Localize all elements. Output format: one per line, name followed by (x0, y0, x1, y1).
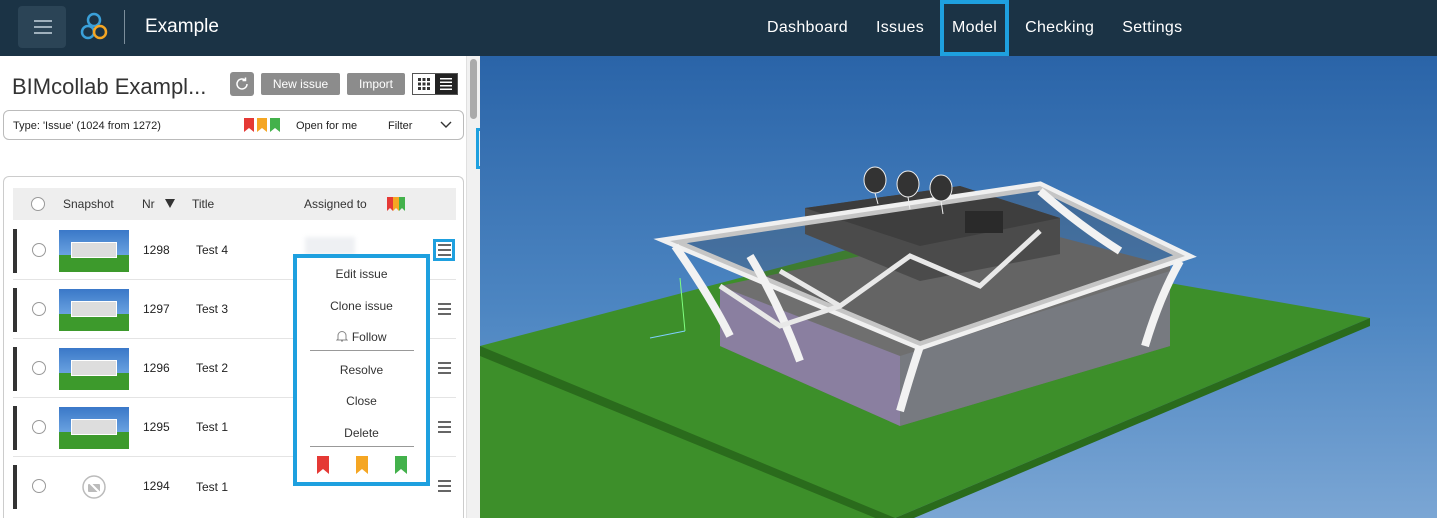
flag-icon[interactable] (270, 118, 280, 132)
row-menu-button[interactable] (433, 298, 455, 320)
flag-icon[interactable] (244, 118, 254, 132)
assigned-to (305, 237, 355, 255)
filter-type-text: Type: 'Issue' (1024 from 1272) (13, 120, 161, 132)
issue-number: 1296 (143, 361, 170, 375)
follow-menu-item[interactable]: Follow (297, 330, 426, 344)
follow-label: Follow (351, 330, 387, 344)
row-status-bar (13, 288, 17, 332)
row-menu-button[interactable] (433, 416, 455, 438)
project-title: Example (145, 16, 219, 37)
delete-menu-item[interactable]: Delete (297, 426, 426, 440)
header-divider (124, 10, 125, 44)
issue-number: 1298 (143, 243, 170, 257)
col-title[interactable]: Title (192, 197, 214, 211)
issue-title: Test 1 (196, 480, 229, 494)
bell-icon (336, 331, 349, 342)
view-toggle (412, 73, 458, 95)
row-menu-button[interactable] (433, 357, 455, 379)
import-button[interactable]: Import (347, 73, 405, 95)
snapshot-thumbnail[interactable] (59, 348, 129, 390)
flag-icon[interactable] (257, 118, 267, 132)
issue-number: 1294 (143, 479, 170, 493)
issue-number: 1295 (143, 420, 170, 434)
row-status-bar (13, 347, 17, 391)
panel-title: BIMcollab Exampl... (12, 74, 207, 99)
flag-icon[interactable] (317, 456, 329, 474)
building-model[interactable] (480, 56, 1437, 518)
flag-icon[interactable] (356, 456, 368, 474)
chevron-down-icon[interactable] (440, 118, 452, 130)
col-nr[interactable]: Nr (142, 197, 155, 211)
status-flags (244, 118, 280, 132)
bimcollab-logo-icon (80, 12, 108, 40)
nav-dashboard[interactable]: Dashboard (755, 0, 860, 56)
nav-checking[interactable]: Checking (1013, 0, 1106, 56)
row-status-bar (13, 229, 17, 273)
list-view-icon (440, 78, 452, 90)
list-view-button[interactable] (435, 74, 457, 94)
nav-issues[interactable]: Issues (864, 0, 936, 56)
row-select-radio[interactable] (32, 420, 46, 434)
clone-issue-menu-item[interactable]: Clone issue (297, 299, 426, 313)
row-menu-button[interactable] (433, 475, 455, 497)
row-status-bar (13, 465, 17, 509)
select-all-radio[interactable] (31, 197, 45, 211)
panel-scrollbar[interactable] (466, 56, 480, 518)
refresh-icon (236, 77, 248, 90)
edit-issue-menu-item[interactable]: Edit issue (297, 267, 426, 281)
filter-bar: Type: 'Issue' (1024 from 1272) Open for … (3, 110, 464, 140)
issue-context-menu: Edit issue Clone issue Follow Resolve Cl… (293, 254, 430, 486)
issue-title: Test 3 (196, 302, 229, 316)
snapshot-thumbnail[interactable] (59, 289, 129, 331)
flag-icon[interactable] (395, 456, 407, 474)
col-assigned[interactable]: Assigned to (304, 197, 367, 211)
menu-divider (310, 350, 414, 351)
issue-title: Test 2 (196, 361, 229, 375)
refresh-button[interactable] (230, 72, 254, 96)
open-for-me-filter[interactable]: Open for me (296, 120, 357, 132)
main-nav: Dashboard Issues Model Checking Settings (755, 0, 1198, 56)
snapshot-thumbnail[interactable] (59, 230, 129, 272)
row-select-radio[interactable] (32, 361, 46, 375)
nav-model[interactable]: Model (940, 0, 1010, 56)
model-viewport[interactable] (480, 56, 1437, 518)
top-bar: Example Dashboard Issues Model Checking … (0, 0, 1437, 56)
close-menu-item[interactable]: Close (297, 394, 426, 408)
grid-view-icon (418, 78, 430, 90)
grid-view-button[interactable] (413, 74, 435, 94)
issue-title: Test 4 (196, 243, 229, 257)
flag-icon (387, 197, 405, 211)
row-select-radio[interactable] (32, 479, 46, 493)
row-select-radio[interactable] (32, 243, 46, 257)
list-header: Snapshot Nr Title Assigned to (13, 188, 456, 220)
menu-divider (310, 446, 414, 447)
row-select-radio[interactable] (32, 302, 46, 316)
issue-title: Test 1 (196, 420, 229, 434)
row-menu-button[interactable] (433, 239, 455, 261)
col-snapshot: Snapshot (63, 197, 114, 211)
snapshot-thumbnail (59, 466, 129, 508)
filter-dropdown[interactable]: Filter (388, 120, 412, 132)
row-status-bar (13, 406, 17, 450)
nav-settings[interactable]: Settings (1110, 0, 1194, 56)
snapshot-thumbnail[interactable] (59, 407, 129, 449)
resolve-menu-item[interactable]: Resolve (297, 363, 426, 377)
main-menu-button[interactable] (18, 6, 66, 48)
status-flag-picker (317, 456, 407, 474)
issue-number: 1297 (143, 302, 170, 316)
sort-down-icon[interactable] (165, 199, 175, 208)
new-issue-button[interactable]: New issue (261, 73, 340, 95)
no-snapshot-icon (82, 475, 106, 499)
